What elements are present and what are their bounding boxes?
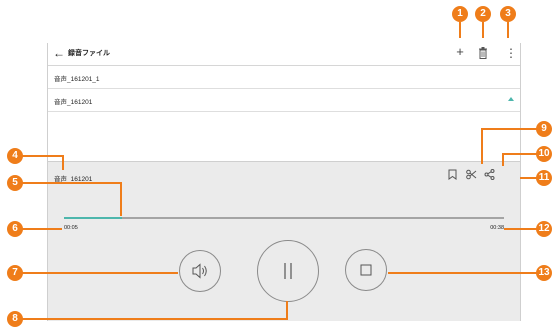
- callout-badge-6: 6: [7, 221, 23, 237]
- stop-button[interactable]: [345, 249, 387, 291]
- list-item-selected[interactable]: 音声_161201: [48, 89, 520, 112]
- list-item[interactable]: 音声_161201_1: [48, 66, 520, 89]
- callout-badge-10: 10: [536, 146, 552, 162]
- callout-line-5b: [120, 182, 122, 216]
- add-button[interactable]: +: [454, 45, 466, 59]
- recording-name: 音声_161201: [54, 99, 93, 106]
- callout-badge-4: 4: [7, 148, 23, 164]
- callout-badge-12: 12: [536, 221, 552, 237]
- callout-line-10b: [502, 153, 504, 166]
- callout-badge-7: 7: [7, 265, 23, 281]
- seek-bar[interactable]: [64, 217, 504, 219]
- page-title: 録音ファイル: [68, 50, 110, 57]
- callout-badge-3: 3: [500, 6, 516, 22]
- callout-line-9b: [481, 128, 483, 164]
- callout-line-4: [22, 155, 64, 157]
- scissors-icon[interactable]: [466, 169, 477, 180]
- more-options-button[interactable]: ⋮: [505, 46, 517, 60]
- callout-line-8: [22, 318, 288, 320]
- toolbar: ← 録音ファイル + ⋮: [48, 43, 520, 66]
- callout-line-4b: [62, 155, 64, 170]
- elapsed-time: 00:05: [64, 225, 78, 231]
- callout-badge-8: 8: [7, 311, 23, 327]
- callout-badge-13: 13: [536, 265, 552, 281]
- callout-line-6: [22, 228, 62, 230]
- callout-badge-2: 2: [475, 6, 491, 22]
- pause-button[interactable]: [257, 240, 319, 302]
- callout-line-2: [482, 22, 484, 38]
- callout-badge-1: 1: [452, 6, 468, 22]
- seek-bar-progress: [64, 217, 123, 219]
- playing-indicator-icon: [508, 97, 514, 101]
- callout-line-9: [481, 128, 541, 130]
- callout-line-10: [502, 153, 540, 155]
- callout-line-8b: [286, 301, 288, 320]
- callout-line-5: [22, 182, 122, 184]
- total-time: 00:38: [490, 225, 504, 231]
- callout-badge-11: 11: [536, 170, 552, 186]
- callout-line-13: [388, 272, 540, 274]
- speaker-icon: [192, 263, 207, 279]
- arrow-left-icon[interactable]: ←: [53, 46, 65, 60]
- speaker-button[interactable]: [179, 250, 221, 292]
- callout-badge-9: 9: [536, 121, 552, 137]
- stop-icon: [360, 264, 372, 276]
- callout-line-1: [459, 22, 461, 38]
- pause-icon: [284, 263, 292, 279]
- player-panel: 音声_161201 00:05 00:38: [48, 161, 520, 321]
- callout-line-12: [504, 228, 540, 230]
- callout-badge-5: 5: [7, 175, 23, 191]
- share-icon[interactable]: [484, 169, 495, 180]
- callout-line-3: [507, 22, 509, 38]
- callout-line-7: [22, 272, 178, 274]
- bookmark-icon[interactable]: [448, 169, 457, 180]
- trash-icon[interactable]: [478, 47, 488, 59]
- recording-name: 音声_161201_1: [54, 76, 100, 83]
